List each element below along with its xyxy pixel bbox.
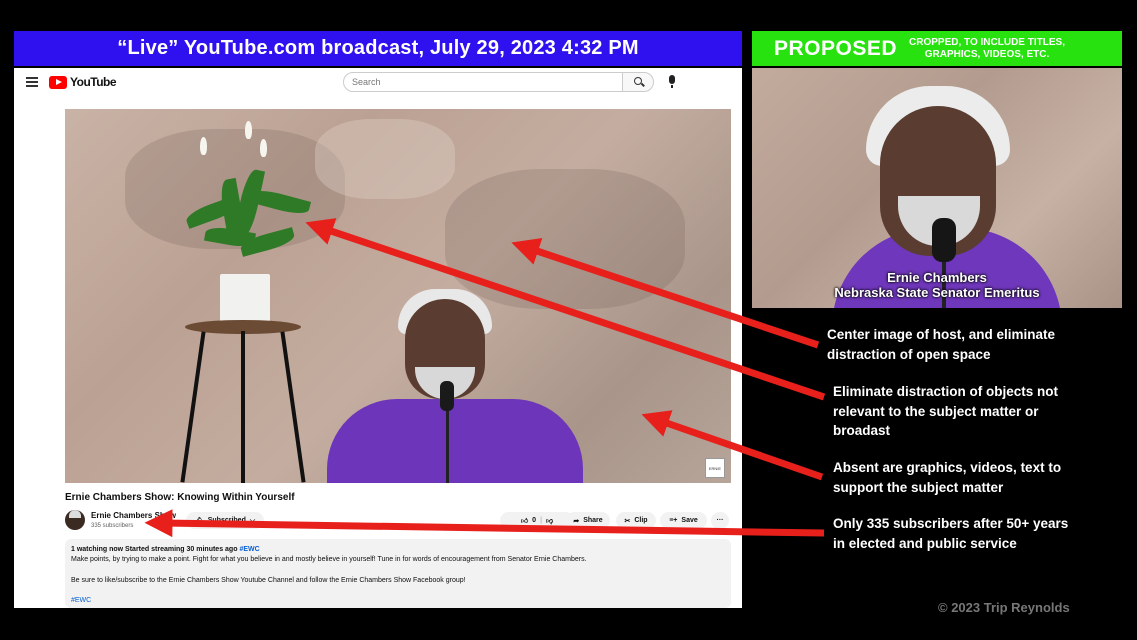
note-absent-graphics: Absent are graphics, videos, text to sup…: [833, 458, 1061, 497]
description-meta-text: 1 watching now Started streaming 30 minu…: [71, 546, 238, 553]
copyright: © 2023 Trip Reynolds: [938, 600, 1070, 615]
youtube-header: YouTube Search: [14, 68, 742, 96]
caption-name: Ernie Chambers: [887, 270, 987, 285]
channel-avatar[interactable]: [65, 510, 85, 530]
proposed-subtitle: CROPPED, TO INCLUDE TITLES, GRAPHICS, VI…: [909, 37, 1065, 61]
microphone: [932, 218, 956, 262]
note-subscribers: Only 335 subscribers after 50+ years in …: [833, 514, 1068, 553]
proposed-title: PROPOSED: [774, 36, 898, 60]
note-line: Only 335 subscribers after 50+ years: [833, 516, 1069, 531]
youtube-logo[interactable]: YouTube: [49, 75, 117, 89]
youtube-page: YouTube Search ERNIE CHAMBERS Ernie Cha: [14, 68, 742, 608]
description-meta-hashtag[interactable]: #EWC: [239, 546, 259, 553]
proposed-subtitle-line2: GRAPHICS, VIDEOS, ETC.: [924, 48, 1050, 60]
microphone-icon[interactable]: [669, 75, 675, 88]
bell-icon: 🔔︎: [194, 517, 204, 525]
share-button[interactable]: ➦ Share: [566, 512, 610, 529]
channel-name[interactable]: Ernie Chambers Show: [91, 511, 176, 520]
share-icon: ➦: [573, 517, 580, 525]
chevron-down-icon: ⌵: [249, 516, 256, 524]
plant-flower: [260, 139, 267, 157]
note-line: Absent are graphics, videos, text to: [833, 460, 1062, 475]
search-input[interactable]: Search: [343, 72, 623, 92]
plant-flower: [200, 137, 207, 155]
wall-texture: [445, 169, 685, 309]
note-line: Eliminate distraction of objects not: [833, 384, 1059, 399]
like-icon[interactable]: 👍︎: [521, 516, 528, 525]
clip-button[interactable]: ✂ Clip: [616, 512, 656, 529]
channel-watermark[interactable]: ERNIE CHAMBERS: [705, 458, 725, 478]
stool-leg: [180, 331, 206, 483]
host-shirt: [327, 399, 583, 483]
proposed-subtitle-line1: CROPPED, TO INCLUDE TITLES,: [909, 36, 1065, 48]
note-center-host: Center image of host, and eliminate dist…: [827, 325, 1055, 364]
dislike-icon[interactable]: 👎︎: [546, 516, 553, 525]
like-count: 0: [532, 517, 537, 524]
description-line1: Make points, by trying to make a point. …: [71, 556, 587, 564]
search-icon: [634, 77, 642, 85]
note-line: distraction of open space: [827, 346, 991, 362]
subscriber-count: 335 subscribers: [91, 523, 134, 529]
more-actions-button[interactable]: ···: [711, 512, 729, 529]
stool-leg: [280, 331, 306, 483]
note-line: broadast: [833, 423, 891, 438]
save-button[interactable]: ≡+ Save: [660, 512, 707, 529]
description-meta: 1 watching now Started streaming 30 minu…: [71, 545, 725, 555]
video-player[interactable]: ERNIE CHAMBERS: [65, 109, 731, 483]
proposed-caption: Ernie Chambers Nebraska State Senator Em…: [752, 270, 1122, 300]
share-label: Share: [583, 517, 603, 524]
stool-leg: [241, 331, 245, 483]
wall-texture: [315, 119, 455, 199]
playlist-add-icon: ≡+: [669, 517, 678, 524]
scissors-icon: ✂: [624, 517, 631, 525]
menu-icon[interactable]: [26, 77, 38, 87]
youtube-logo-text: YouTube: [70, 75, 117, 89]
left-banner-title: “Live” YouTube.com broadcast, July 29, 2…: [14, 31, 742, 66]
plant-pot: [220, 274, 270, 324]
search-button[interactable]: [622, 72, 654, 92]
description-line2: Be sure to like/subscribe to the Ernie C…: [71, 576, 466, 584]
note-line: Center image of host, and eliminate: [827, 327, 1056, 342]
video-title: Ernie Chambers Show: Knowing Within Your…: [65, 492, 295, 503]
microphone: [440, 381, 454, 411]
subscribed-label: Subscribed: [207, 517, 246, 524]
clip-label: Clip: [634, 517, 648, 524]
like-dislike-group: 👍︎ 0 | 👎︎: [500, 512, 574, 529]
divider: |: [540, 517, 543, 524]
video-description[interactable]: 1 watching now Started streaming 30 minu…: [65, 539, 731, 608]
plant-flower: [245, 121, 252, 139]
right-banner: PROPOSED CROPPED, TO INCLUDE TITLES, GRA…: [752, 31, 1122, 66]
description-hashtag[interactable]: #EWC: [71, 596, 725, 606]
youtube-play-icon: [49, 75, 67, 89]
note-line: relevant to the subject matter or: [833, 403, 1039, 419]
proposed-cropped-image: Ernie Chambers Nebraska State Senator Em…: [752, 68, 1122, 308]
note-line: support the subject matter: [833, 479, 1004, 495]
subscribed-button[interactable]: 🔔︎ Subscribed ⌵: [186, 512, 264, 529]
note-line: in elected and public service: [833, 535, 1017, 551]
caption-title: Nebraska State Senator Emeritus: [834, 285, 1040, 300]
note-eliminate-objects: Eliminate distraction of objects not rel…: [833, 382, 1058, 441]
save-label: Save: [681, 517, 698, 524]
